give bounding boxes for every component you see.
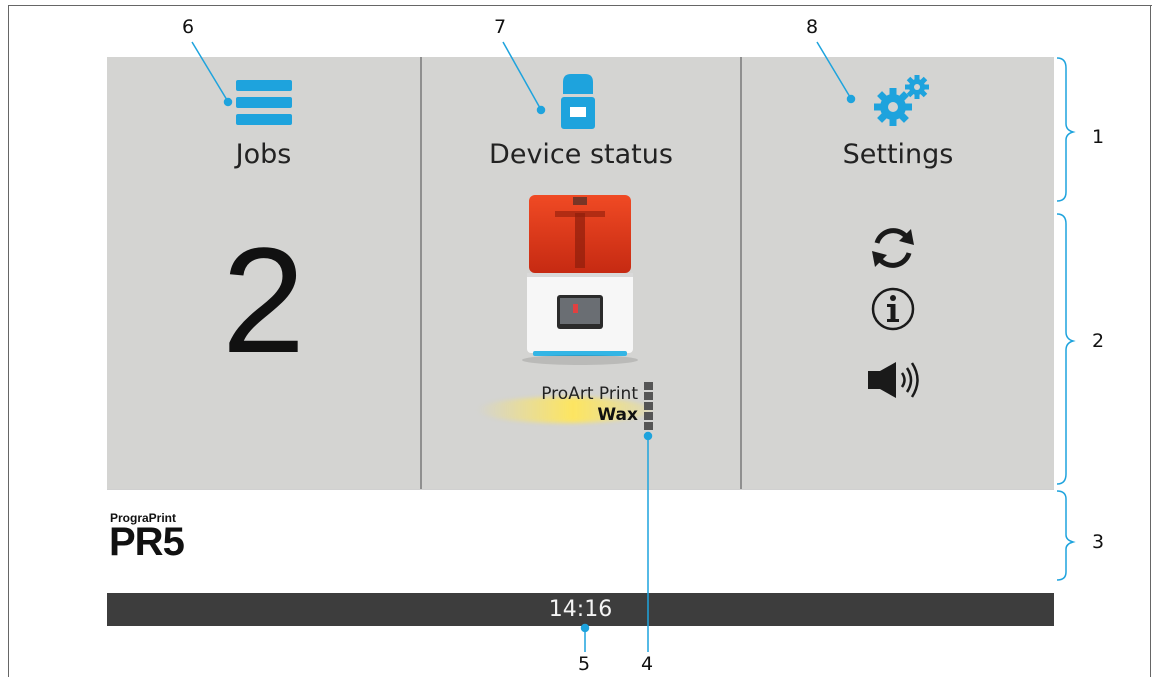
- callout-8: 8: [806, 16, 819, 38]
- callout-2: 2: [1092, 330, 1105, 352]
- callout-6: 6: [182, 16, 195, 38]
- callout-1: 1: [1092, 126, 1105, 148]
- callout-lines: [191, 41, 1076, 652]
- callout-4: 4: [641, 653, 654, 675]
- callout-5: 5: [578, 653, 591, 675]
- callout-7: 7: [494, 16, 507, 38]
- callout-3: 3: [1092, 531, 1105, 553]
